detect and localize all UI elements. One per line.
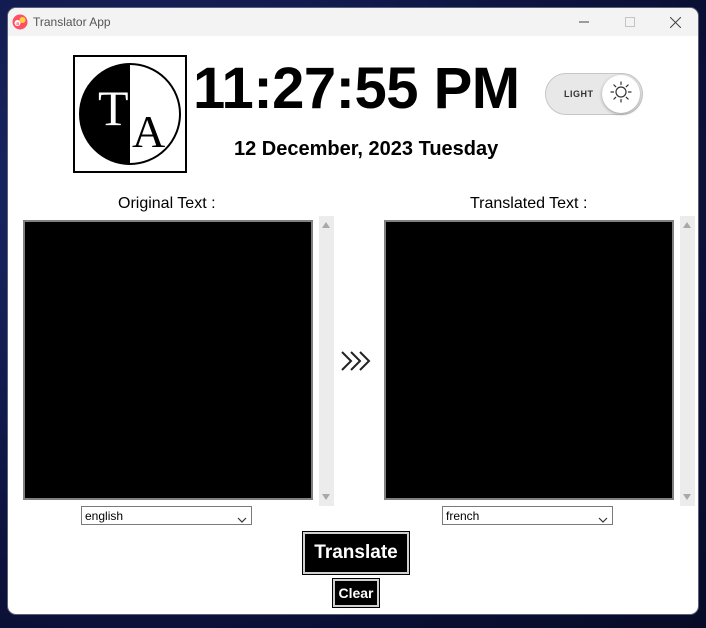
scroll-up-icon[interactable] — [683, 222, 691, 228]
clock-date: 12 December, 2023 Tuesday — [234, 138, 499, 160]
close-icon — [669, 16, 681, 28]
triple-chevron-right-icon — [340, 350, 374, 372]
svg-text:a: a — [16, 21, 19, 27]
maximize-icon — [625, 17, 635, 27]
minimize-icon — [579, 17, 589, 27]
window-title: Translator App — [33, 15, 111, 29]
translated-text-output[interactable] — [384, 220, 674, 500]
target-language-select[interactable]: french — [442, 506, 613, 525]
maximize-button[interactable] — [607, 8, 653, 36]
app-window: a Translator App T A 11:27:55 PM 12 Dece… — [8, 8, 698, 614]
translate-button[interactable]: Translate — [302, 531, 410, 575]
scroll-up-icon[interactable] — [322, 222, 330, 228]
translated-text-scrollbar[interactable] — [680, 216, 695, 506]
chevron-down-icon — [237, 511, 247, 529]
chevron-down-icon — [598, 511, 608, 529]
original-text-input[interactable] — [23, 220, 313, 500]
scroll-down-icon[interactable] — [322, 494, 330, 500]
scroll-down-icon[interactable] — [683, 494, 691, 500]
logo-letter-t: T — [98, 80, 129, 136]
theme-toggle[interactable]: LIGHT — [545, 73, 643, 115]
sun-icon — [610, 80, 632, 108]
target-language-value: french — [446, 509, 480, 523]
app-logo: T A — [73, 55, 187, 173]
minimize-button[interactable] — [561, 8, 607, 36]
theme-toggle-label: LIGHT — [564, 89, 594, 99]
logo-letter-a: A — [132, 106, 165, 157]
clear-button[interactable]: Clear — [332, 578, 380, 608]
translated-text-label: Translated Text : — [470, 195, 588, 212]
original-text-scrollbar[interactable] — [319, 216, 334, 506]
title-bar: a Translator App — [8, 8, 698, 36]
clock-time: 11:27:55 PM — [193, 56, 520, 121]
toggle-knob — [602, 75, 640, 113]
source-language-select[interactable]: english — [81, 506, 252, 525]
close-button[interactable] — [652, 8, 698, 36]
translator-app-icon: a — [12, 14, 28, 30]
source-language-value: english — [85, 509, 124, 523]
original-text-label: Original Text : — [118, 195, 216, 212]
